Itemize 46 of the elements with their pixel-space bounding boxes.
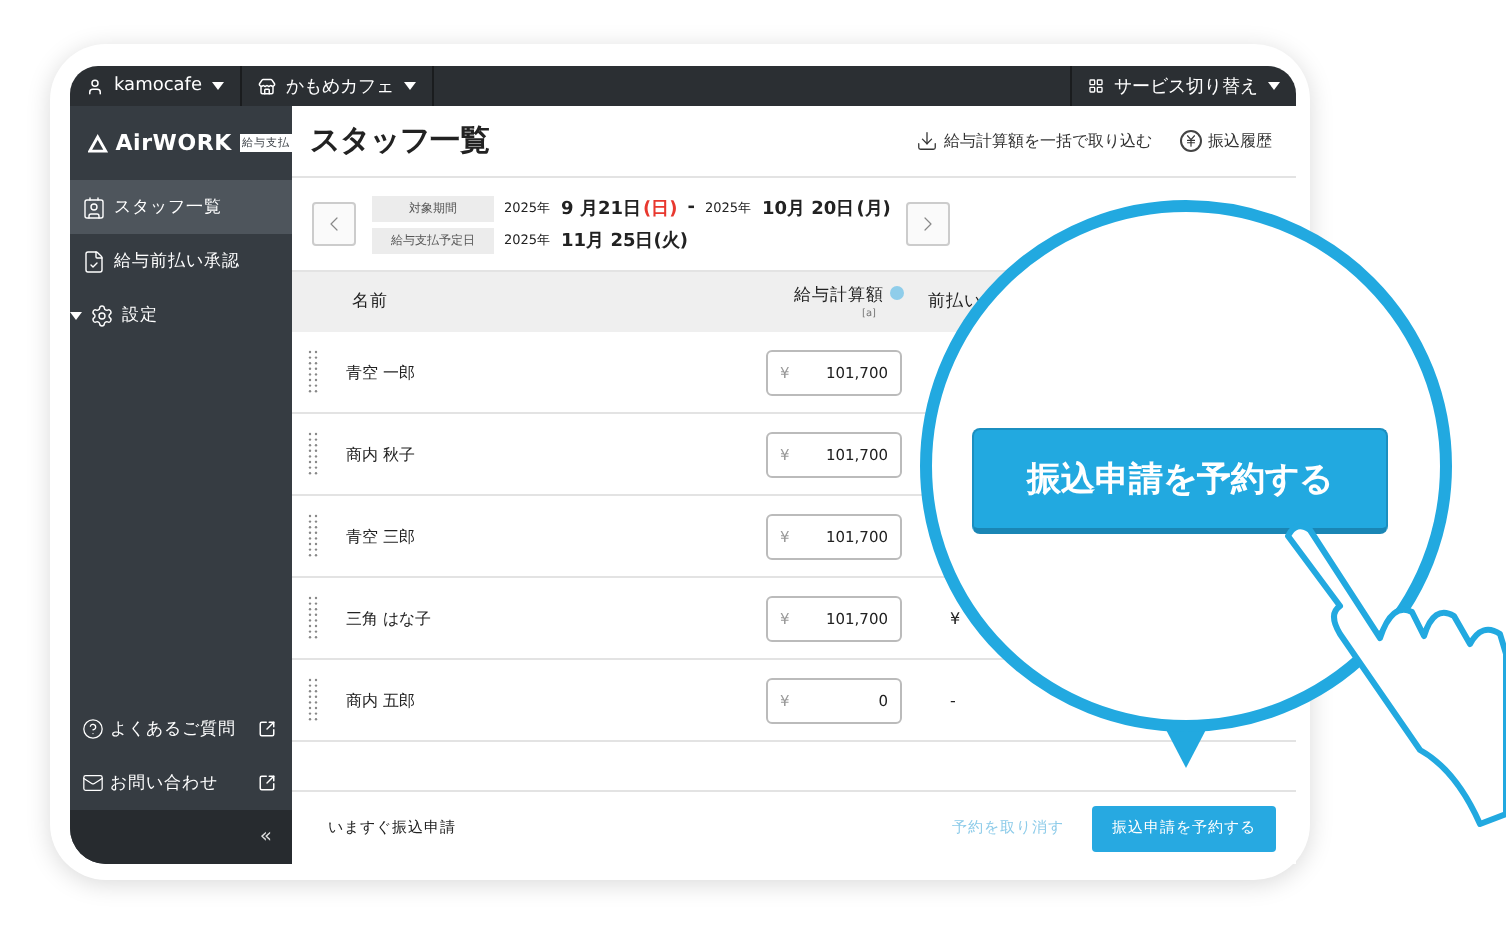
date-text: 10月 20日 bbox=[762, 197, 855, 221]
staff-name: 三角 はな子 bbox=[346, 607, 434, 629]
external-link-icon bbox=[258, 720, 276, 738]
transfer-history-link[interactable]: 振込履歴 bbox=[1180, 130, 1272, 152]
staff-name: 青空 一郎 bbox=[346, 361, 418, 383]
column-header: 給与計算額 bbox=[794, 284, 904, 308]
staff-name: 商内 秋子 bbox=[346, 443, 418, 465]
staff-name: 商内 五郎 bbox=[346, 689, 418, 711]
document-check-icon bbox=[82, 249, 106, 273]
store-icon bbox=[258, 77, 277, 95]
yen-icon bbox=[1180, 130, 1202, 152]
advance-amount: - bbox=[948, 691, 956, 709]
nav-item[interactable]: 設定 bbox=[70, 288, 292, 342]
date-text: 9 月21日 bbox=[561, 197, 641, 221]
weekday-text: (月) bbox=[856, 197, 891, 221]
help-link[interactable]: お問い合わせ bbox=[70, 756, 292, 810]
id-card-icon bbox=[82, 195, 106, 219]
help-link[interactable]: よくあるご質問 bbox=[70, 702, 292, 756]
grid-icon bbox=[1088, 78, 1104, 94]
settings-icon bbox=[90, 303, 114, 327]
import-link[interactable]: 給与計算額を一括で取り込む bbox=[916, 130, 1152, 152]
page-title: スタッフ一覧 bbox=[310, 122, 492, 160]
date-text: 11月 25日(火) bbox=[561, 228, 688, 253]
caret-icon bbox=[404, 82, 417, 90]
collapse-sidebar-button[interactable]: « bbox=[70, 810, 292, 864]
triangle-logo-icon bbox=[88, 133, 108, 153]
caret-icon bbox=[1268, 82, 1280, 90]
nav-item[interactable]: スタッフ一覧 bbox=[70, 180, 292, 234]
drag-handle-icon[interactable] bbox=[308, 432, 318, 476]
weekday-text: (日) bbox=[642, 197, 678, 221]
advance-amount: ¥ bbox=[948, 609, 961, 627]
external-link-icon bbox=[258, 774, 276, 792]
drag-handle-icon[interactable] bbox=[308, 678, 318, 722]
drag-handle-icon[interactable] bbox=[308, 350, 318, 394]
date-separator: - bbox=[687, 198, 695, 218]
user-icon bbox=[86, 77, 104, 95]
caret-down-icon bbox=[70, 309, 82, 321]
drag-handle-icon[interactable] bbox=[308, 596, 318, 640]
mail-icon bbox=[82, 772, 104, 794]
logo-text: AirWORK bbox=[115, 130, 232, 156]
column-header: 名前 bbox=[352, 290, 388, 314]
download-icon bbox=[916, 130, 938, 152]
nav-item[interactable]: 給与前払い承認 bbox=[70, 234, 292, 288]
caret-icon bbox=[212, 82, 225, 90]
staff-name: 青空 三郎 bbox=[346, 525, 418, 547]
drag-handle-icon[interactable] bbox=[308, 514, 318, 558]
